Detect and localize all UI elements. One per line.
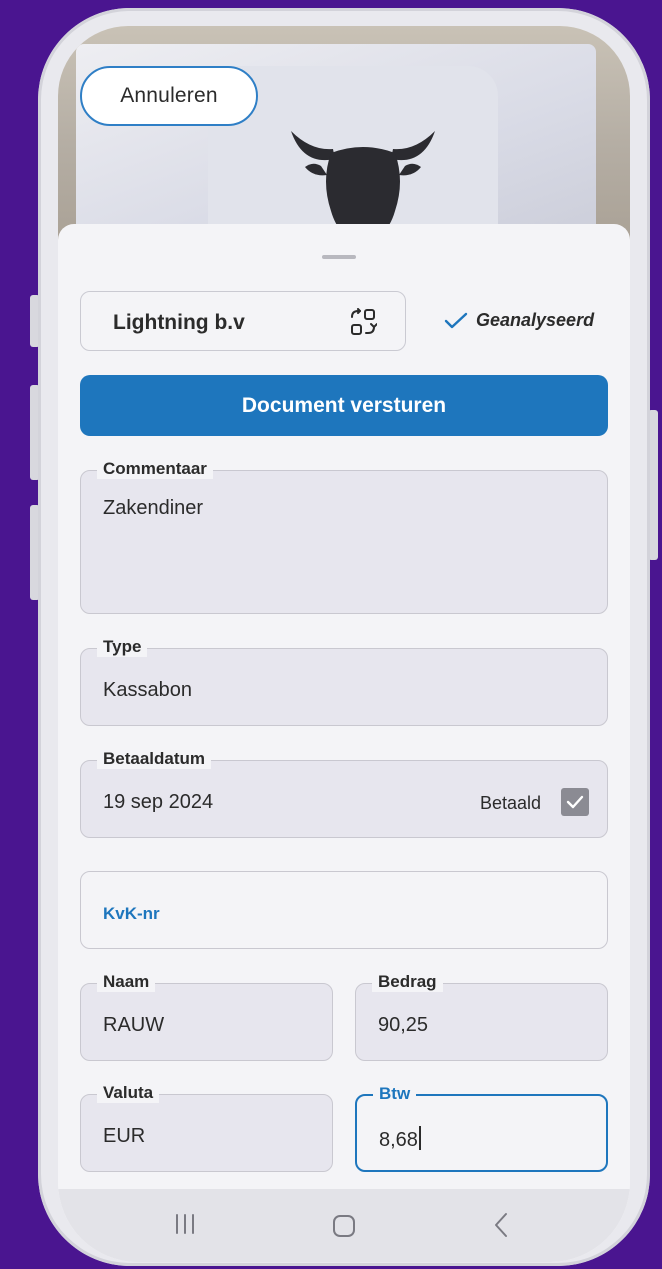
vat-value: 8,68	[379, 1129, 418, 1151]
type-field[interactable]: Type Kassabon	[80, 637, 608, 726]
send-document-button[interactable]: Document versturen	[80, 375, 608, 436]
company-selector[interactable]: Lightning b.v	[80, 291, 406, 351]
checkmark-icon	[566, 795, 584, 809]
name-value: RAUW	[103, 1014, 165, 1036]
recent-apps-icon[interactable]	[173, 1213, 197, 1235]
kvk-placeholder: KvK-nr	[103, 904, 160, 923]
company-name: Lightning b.v	[113, 311, 245, 334]
amount-field[interactable]: Bedrag 90,25	[355, 972, 608, 1061]
cancel-button[interactable]: Annuleren	[80, 66, 258, 126]
vat-field[interactable]: Btw 8,68	[355, 1084, 608, 1172]
payment-date-field[interactable]: Betaaldatum 19 sep 2024 Betaald	[80, 749, 608, 838]
type-label: Type	[97, 637, 148, 657]
home-icon[interactable]	[333, 1215, 355, 1237]
vat-value-wrap: 8,68	[379, 1126, 421, 1152]
currency-field[interactable]: Valuta EUR	[80, 1083, 333, 1172]
analysed-label: Geanalyseerd	[476, 310, 595, 330]
paid-label: Betaald	[479, 793, 541, 813]
switch-company-icon[interactable]	[349, 308, 377, 336]
system-navigation-bar	[58, 1189, 630, 1262]
bottom-sheet: Lightning b.v Geanalyseerd Document vers…	[58, 224, 630, 1262]
type-value: Kassabon	[103, 679, 192, 701]
currency-value: EUR	[103, 1125, 146, 1147]
check-icon	[444, 312, 468, 328]
name-field[interactable]: Naam RAUW	[80, 972, 333, 1061]
amount-label: Bedrag	[372, 972, 443, 992]
payment-date-value: 19 sep 2024	[103, 791, 214, 813]
amount-value: 90,25	[378, 1014, 429, 1036]
name-label: Naam	[97, 972, 156, 992]
comment-value: Zakendiner	[103, 497, 204, 519]
kvk-field[interactable]: KvK-nr	[80, 871, 608, 949]
comment-field[interactable]: Commentaar Zakendiner	[80, 459, 608, 614]
sheet-drag-handle[interactable]	[322, 255, 356, 259]
payment-date-label: Betaaldatum	[97, 749, 212, 769]
back-icon[interactable]	[493, 1212, 509, 1238]
text-cursor	[418, 1126, 421, 1150]
comment-label: Commentaar	[97, 459, 213, 479]
vat-label: Btw	[373, 1084, 417, 1104]
paid-checkbox[interactable]	[561, 788, 589, 816]
phone-screen: Annuleren Lightning b.v Geanalyseerd Doc…	[58, 26, 630, 1262]
currency-label: Valuta	[97, 1083, 160, 1103]
analysis-status: Geanalyseerd	[444, 310, 594, 331]
